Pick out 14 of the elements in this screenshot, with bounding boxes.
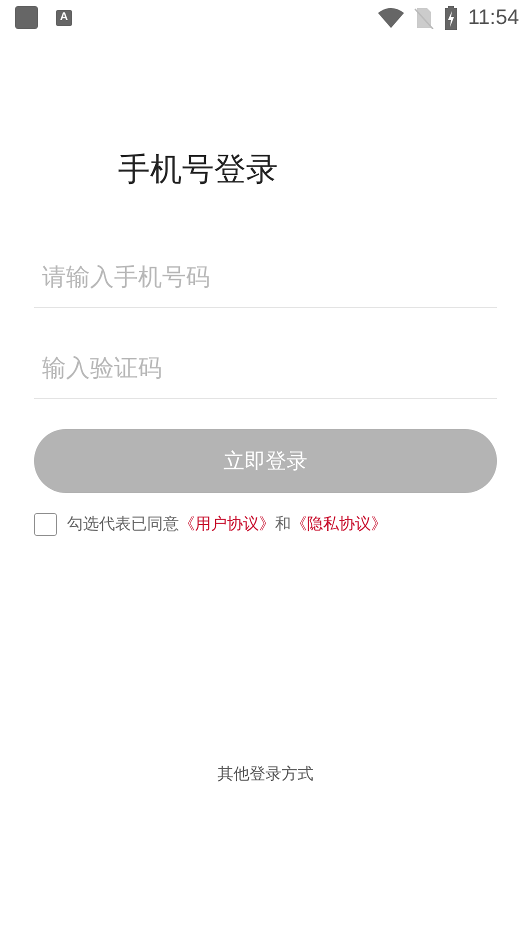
battery-charging-icon: [444, 6, 458, 30]
keyboard-icon: A: [56, 10, 72, 26]
conjunction-text: 和: [275, 514, 291, 535]
page-title: 手机号登录: [118, 149, 279, 190]
phone-input-field[interactable]: 请输入手机号码: [34, 247, 497, 308]
no-sim-icon: [414, 6, 434, 28]
agreement-checkbox[interactable]: [34, 513, 57, 536]
privacy-agreement-link[interactable]: 《隐私协议》: [291, 514, 387, 535]
other-login-link[interactable]: 其他登录方式: [218, 764, 314, 785]
wifi-icon: [378, 6, 404, 28]
user-agreement-link[interactable]: 《用户协议》: [179, 514, 275, 535]
agreement-text: 勾选代表已同意: [67, 514, 179, 535]
clock-time: 11:54: [468, 6, 519, 30]
code-input-field[interactable]: 输入验证码: [34, 338, 497, 399]
